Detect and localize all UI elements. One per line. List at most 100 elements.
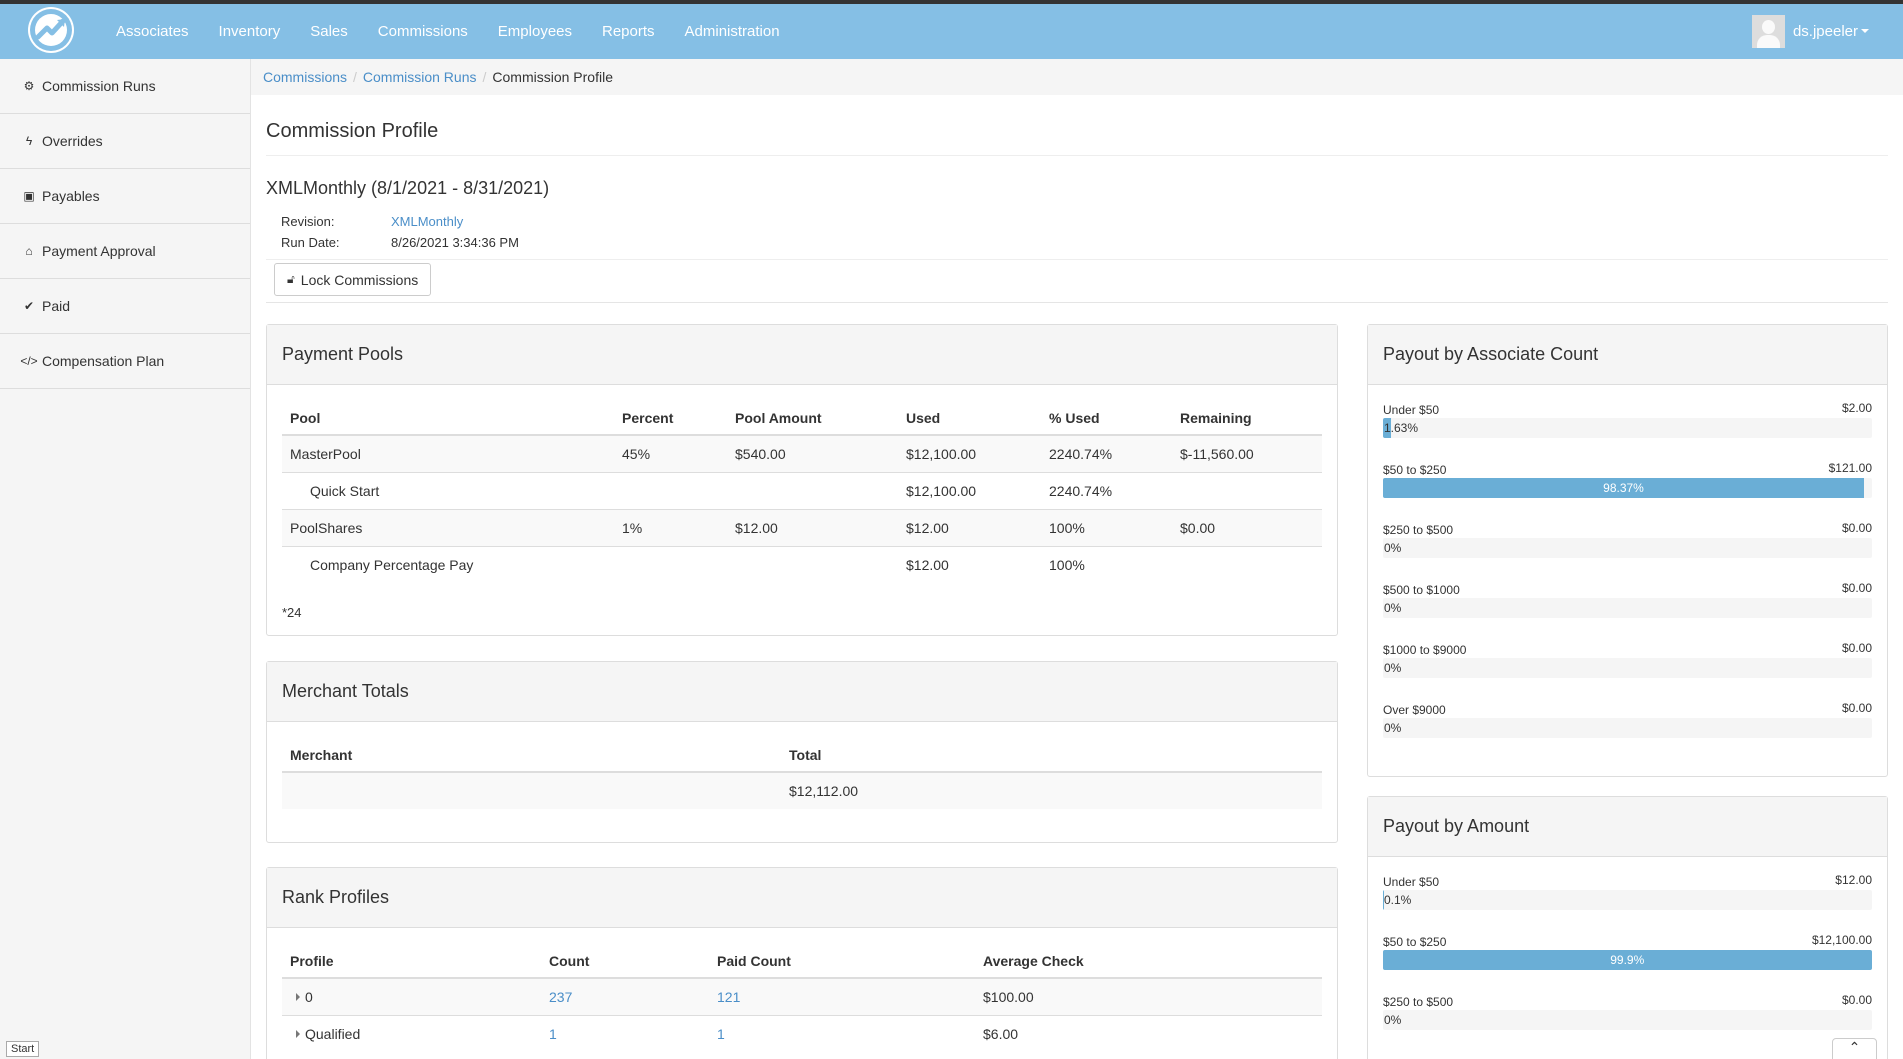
payout-bar: $250 to $500 $0.00 0% bbox=[1368, 977, 1887, 1037]
sidebar-item-paid[interactable]: ✔ Paid bbox=[0, 279, 250, 334]
lock-commissions-label: Lock Commissions bbox=[300, 271, 419, 288]
run-date-label: Run Date: bbox=[281, 235, 340, 250]
sidebar-item-commission-runs[interactable]: ⚙ Commission Runs bbox=[0, 59, 250, 114]
progress-percent: 1.63% bbox=[1384, 421, 1419, 435]
expand-icon[interactable] bbox=[296, 1029, 300, 1038]
sidebar-item-label: Overrides bbox=[42, 133, 103, 149]
progress-percent: 0% bbox=[1384, 601, 1402, 615]
table-row: $12,112.00 bbox=[282, 771, 1322, 809]
payout-bar: $50 to $250 $12,100.00 99.9% bbox=[1368, 917, 1887, 977]
table-row: Quick Start $12,100.00 2240.74% bbox=[282, 471, 1322, 509]
expand-icon[interactable] bbox=[296, 992, 300, 1001]
bar-amount: $121.00 bbox=[1828, 461, 1872, 475]
bar-amount: $0.00 bbox=[1841, 581, 1872, 595]
bar-label: Over $9000 bbox=[1383, 703, 1446, 717]
nav-sales[interactable]: Sales bbox=[295, 4, 363, 59]
scroll-top-button[interactable]: ⌃ bbox=[1832, 1038, 1877, 1059]
payout-bar: Over $9000 $0.00 0% bbox=[1368, 685, 1887, 745]
progress-percent: 0.1% bbox=[1384, 893, 1412, 907]
nav-reports[interactable]: Reports bbox=[587, 4, 670, 59]
run-date-value: 8/26/2021 3:34:36 PM bbox=[391, 235, 519, 250]
bar-amount: $0.00 bbox=[1841, 521, 1872, 535]
nav-menu: Associates Inventory Sales Commissions E… bbox=[101, 4, 795, 59]
panel-title: Payment Pools bbox=[267, 325, 1337, 385]
payout-bar: Under $50 $12.00 0.1% bbox=[1368, 857, 1887, 917]
nav-associates[interactable]: Associates bbox=[101, 4, 204, 59]
progress-bar: 1.63% bbox=[1383, 418, 1872, 438]
merchant-totals-table: Merchant Total $12,112.00 bbox=[282, 722, 1322, 809]
count-link[interactable]: 1 bbox=[549, 1026, 557, 1042]
sidebar-item-compensation-plan[interactable]: </> Compensation Plan bbox=[0, 334, 250, 389]
cell: $-11,560.00 bbox=[1172, 434, 1322, 472]
top-navbar: Associates Inventory Sales Commissions E… bbox=[0, 4, 1903, 59]
breadcrumb-commissions[interactable]: Commissions bbox=[263, 69, 347, 85]
revision-link[interactable]: XMLMonthly bbox=[391, 211, 463, 232]
cell: Company Percentage Pay bbox=[282, 545, 614, 583]
bar-label: $50 to $250 bbox=[1383, 463, 1447, 477]
chevron-up-icon: ⌃ bbox=[1848, 1039, 1861, 1055]
run-meta: Revision: XMLMonthly Run Date: 8/26/2021… bbox=[281, 211, 519, 253]
bar-label: Under $50 bbox=[1383, 875, 1440, 889]
table-row: MasterPool 45% $540.00 $12,100.00 2240.7… bbox=[282, 434, 1322, 472]
divider bbox=[266, 155, 1888, 156]
divider bbox=[266, 302, 1888, 303]
rank-profiles-table: Profile Count Paid Count Average Check 0… bbox=[282, 928, 1322, 1052]
paid-count-link[interactable]: 121 bbox=[717, 989, 740, 1005]
progress-percent: 0% bbox=[1384, 721, 1402, 735]
payout-bar: $250 to $500 $0.00 0% bbox=[1368, 505, 1887, 565]
progress-percent: 0% bbox=[1384, 541, 1402, 555]
cell[interactable]: Qualified bbox=[282, 1014, 541, 1052]
sidebar-item-payment-approval[interactable]: ⌂ Payment Approval bbox=[0, 224, 250, 279]
cell: $6.00 bbox=[975, 1014, 1322, 1052]
cell: 1 bbox=[541, 1014, 709, 1052]
panel-title: Payout by Associate Count bbox=[1368, 325, 1887, 385]
bar-amount: $0.00 bbox=[1841, 701, 1872, 715]
cell: $12.00 bbox=[727, 508, 898, 546]
col-paid-count: Paid Count bbox=[709, 928, 975, 979]
table-row: 0 237 121 $100.00 bbox=[282, 977, 1322, 1015]
table-row: Qualified 1 1 $6.00 bbox=[282, 1014, 1322, 1052]
cell: Quick Start bbox=[282, 471, 614, 509]
breadcrumb-commission-runs[interactable]: Commission Runs bbox=[363, 69, 477, 85]
nav-employees[interactable]: Employees bbox=[483, 4, 587, 59]
cell: $12,100.00 bbox=[898, 471, 1041, 509]
col-percent: Percent bbox=[614, 385, 727, 436]
sidebar-item-label: Compensation Plan bbox=[42, 353, 165, 369]
app-logo[interactable] bbox=[28, 7, 74, 53]
col-count: Count bbox=[541, 928, 709, 979]
payment-pools-table: Pool Percent Pool Amount Used % Used Rem… bbox=[282, 385, 1322, 583]
nav-inventory[interactable]: Inventory bbox=[204, 4, 296, 59]
breadcrumb-current: Commission Profile bbox=[492, 69, 613, 85]
col-average-check: Average Check bbox=[975, 928, 1322, 979]
cell bbox=[727, 471, 898, 509]
user-menu[interactable]: ds.jpeeler bbox=[1751, 14, 1869, 48]
sidebar-item-overrides[interactable]: ϟ Overrides bbox=[0, 114, 250, 169]
rank-profiles-panel: Rank Profiles Profile Count Paid Count A… bbox=[266, 867, 1338, 1059]
bolt-icon: ϟ bbox=[25, 134, 33, 148]
cell[interactable]: 0 bbox=[282, 977, 541, 1015]
progress-bar: 0.1% bbox=[1383, 890, 1872, 910]
avatar bbox=[1751, 14, 1785, 48]
panel-title: Merchant Totals bbox=[267, 662, 1337, 722]
money-icon: ▣ bbox=[23, 189, 35, 203]
cell bbox=[1172, 471, 1322, 509]
payout-bar: Under $50 $2.00 1.63% bbox=[1368, 385, 1887, 445]
lock-commissions-button[interactable]: 🔓︎ Lock Commissions bbox=[274, 263, 432, 296]
col-remaining: Remaining bbox=[1172, 385, 1322, 436]
bar-amount: $12.00 bbox=[1835, 873, 1872, 887]
progress-bar: 0% bbox=[1383, 718, 1872, 738]
panel-title: Rank Profiles bbox=[267, 868, 1337, 928]
nav-commissions[interactable]: Commissions bbox=[363, 4, 483, 59]
sidebar-item-payables[interactable]: ▣ Payables bbox=[0, 169, 250, 224]
bar-label: $1000 to $9000 bbox=[1383, 643, 1467, 657]
nav-administration[interactable]: Administration bbox=[670, 4, 795, 59]
gears-icon: ⚙ bbox=[23, 79, 35, 93]
progress-percent: 99.9% bbox=[1610, 953, 1645, 967]
cell: 2240.74% bbox=[1041, 471, 1172, 509]
paid-count-link[interactable]: 1 bbox=[717, 1026, 725, 1042]
count-link[interactable]: 237 bbox=[549, 989, 572, 1005]
progress-bar: 0% bbox=[1383, 658, 1872, 678]
caret-down-icon bbox=[1861, 29, 1869, 33]
start-tag[interactable]: Start bbox=[6, 1041, 40, 1057]
payout-by-count-panel: Payout by Associate Count Under $50 $2.00… bbox=[1367, 324, 1888, 777]
